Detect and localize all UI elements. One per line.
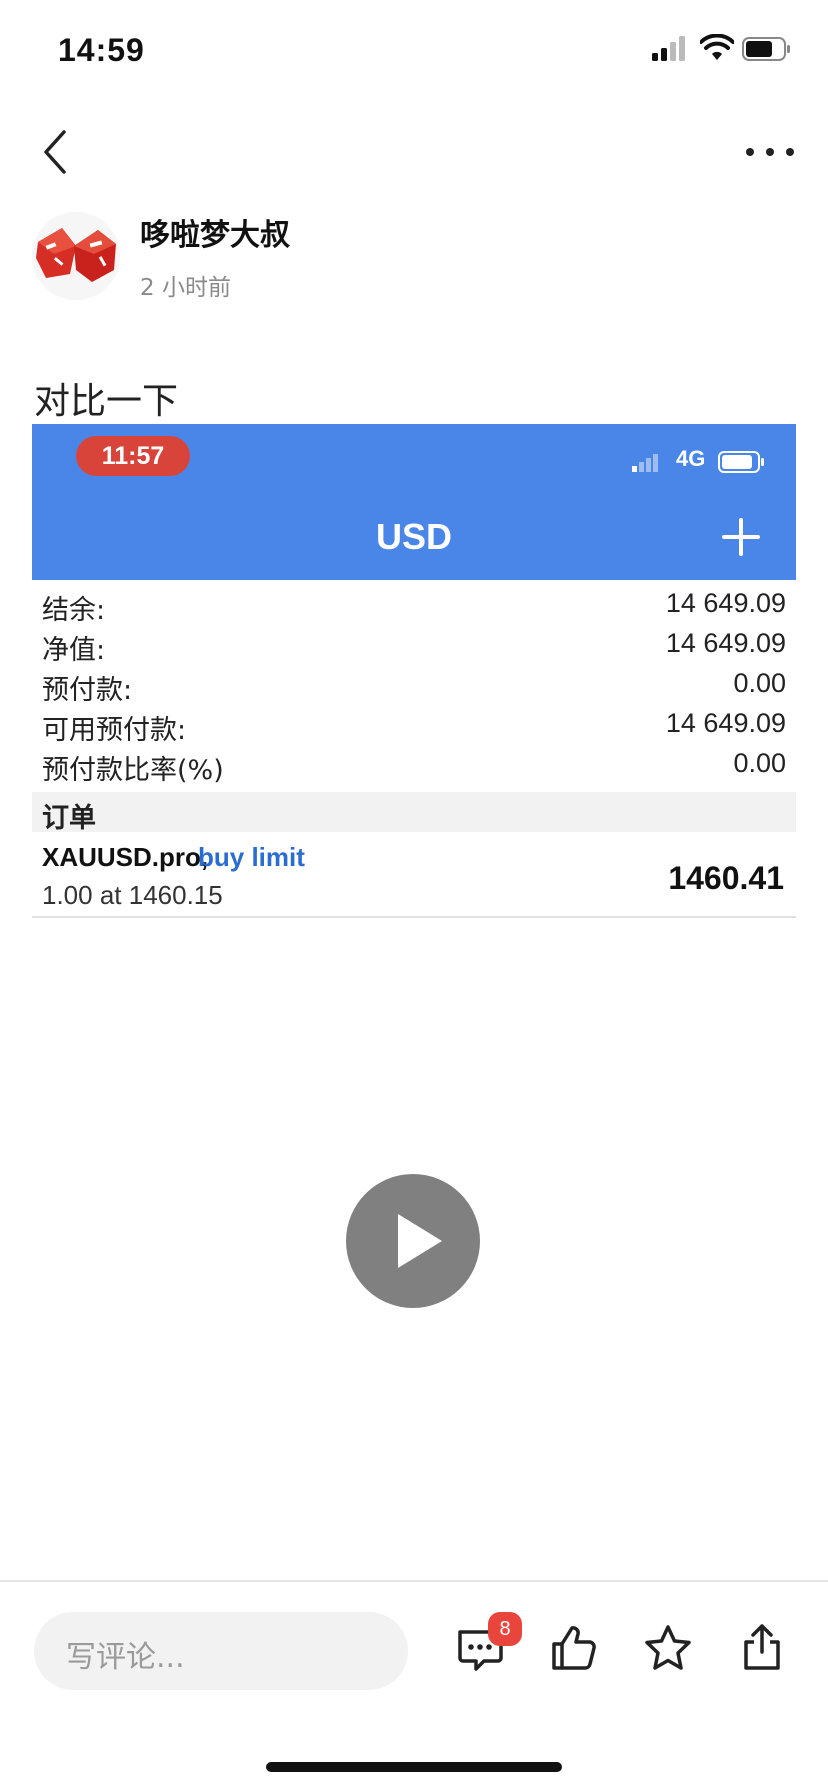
account-label: 预付款: xyxy=(42,675,133,706)
screenshot-battery-icon xyxy=(718,451,764,473)
embedded-screenshot[interactable]: 11:57 4G USD 结余: 14 649.09 净值: 14 649.09… xyxy=(32,424,796,920)
account-row-balance: 结余: 14 649.09 xyxy=(42,588,786,628)
play-icon xyxy=(398,1214,442,1268)
comment-count-badge: 8 xyxy=(488,1612,522,1646)
screenshot-header: 11:57 4G USD xyxy=(32,424,796,580)
share-icon[interactable] xyxy=(736,1622,788,1674)
account-row-equity: 净值: 14 649.09 xyxy=(42,628,786,668)
order-type: buy limit xyxy=(198,842,305,872)
back-icon[interactable] xyxy=(36,126,76,178)
dice-image xyxy=(32,212,120,300)
post-time: 2 小时前 xyxy=(140,275,231,301)
orders-header-label: 订单 xyxy=(42,803,96,834)
author-name[interactable]: 哆啦梦大叔 xyxy=(140,210,290,254)
status-time: 14:59 xyxy=(58,32,145,68)
order-symbol: XAUUSD.pro, xyxy=(42,842,209,872)
account-row-margin-level: 预付款比率(%) 0.00 xyxy=(42,748,786,788)
account-value: 0.00 xyxy=(733,748,786,778)
account-row-margin: 预付款: 0.00 xyxy=(42,668,786,708)
account-label: 净值: xyxy=(42,635,106,666)
account-value: 14 649.09 xyxy=(665,708,786,738)
status-bar: 14:59 xyxy=(0,0,828,100)
screenshot-title: USD xyxy=(375,516,452,557)
signal-icon xyxy=(652,36,685,61)
bottom-divider xyxy=(0,1580,828,1582)
comment-placeholder: 写评论... xyxy=(66,1640,185,1675)
post-text: 对比一下 xyxy=(34,381,179,422)
order-row[interactable]: XAUUSD.pro, buy limit 1.00 at 1460.15 14… xyxy=(32,836,796,918)
account-label: 可用预付款: xyxy=(42,715,187,746)
account-value: 14 649.09 xyxy=(665,588,786,618)
account-label: 结余: xyxy=(42,595,106,626)
screenshot-network: 4G xyxy=(676,446,706,471)
screenshot-signal-icon xyxy=(632,454,658,472)
order-detail: 1.00 at 1460.15 xyxy=(42,880,223,910)
avatar[interactable] xyxy=(32,212,120,300)
play-button[interactable] xyxy=(346,1174,480,1308)
account-label: 预付款比率(%) xyxy=(42,755,224,786)
battery-icon xyxy=(742,37,790,61)
comment-input[interactable]: 写评论... xyxy=(34,1612,408,1690)
home-indicator xyxy=(266,1762,562,1772)
account-row-free-margin: 可用预付款: 14 649.09 xyxy=(42,708,786,748)
wifi-icon xyxy=(700,34,734,60)
order-price: 1460.41 xyxy=(668,860,784,896)
screenshot-status-time: 11:57 xyxy=(76,436,190,476)
more-icon[interactable] xyxy=(744,138,796,166)
orders-header: 订单 xyxy=(32,792,796,834)
like-icon[interactable] xyxy=(548,1622,600,1674)
add-icon[interactable] xyxy=(720,516,762,558)
account-value: 14 649.09 xyxy=(665,628,786,658)
star-icon[interactable] xyxy=(642,1622,694,1674)
account-value: 0.00 xyxy=(733,668,786,698)
